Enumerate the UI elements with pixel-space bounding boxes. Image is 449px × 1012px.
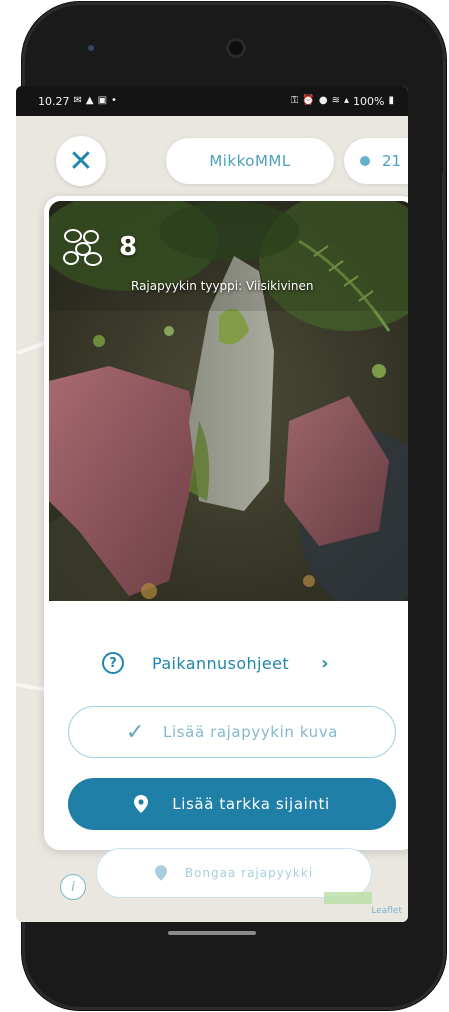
app-screen: 10.27 ✉ ▲ ▣ • ⚿ ⏰ ● ≋ ▴ 100% ▮ ✕ MikkoMM… — [16, 86, 408, 922]
dot-icon — [360, 156, 370, 166]
location-icon: ● — [318, 95, 328, 106]
signal-icon: ▴ — [344, 95, 350, 106]
guide-label: Paikannusohjeet — [152, 653, 290, 673]
image-notification-icon: ▣ — [97, 95, 108, 106]
stones-icon — [63, 229, 102, 266]
status-bar: 10.27 ✉ ▲ ▣ • ⚿ ⏰ ● ≋ ▴ 100% ▮ — [16, 86, 408, 116]
battery-icon: ▮ — [388, 95, 394, 106]
username-pill[interactable]: MikkoMML — [166, 138, 334, 184]
spot-marker-button[interactable]: Bongaa rajapyykki — [96, 848, 372, 898]
location-pin-icon — [134, 795, 149, 813]
boundary-marker-photo: 8 Rajapyykin tyyppi: Viisikivinen — [49, 201, 408, 601]
points-pill[interactable]: 21 — [344, 138, 408, 184]
wifi-icon: ≋ — [331, 95, 340, 106]
home-gesture-handle[interactable] — [168, 931, 256, 935]
chevron-right-icon: › — [321, 652, 329, 674]
boundary-marker-card: 8 Rajapyykin tyyppi: Viisikivinen ? Paik… — [44, 196, 408, 850]
battery-level: 100% — [353, 94, 385, 108]
add-location-button[interactable]: Lisää tarkka sijainti — [68, 778, 396, 830]
add-location-label: Lisää tarkka sijainti — [172, 795, 330, 813]
points-count: 21 — [382, 152, 402, 170]
map-attribution[interactable]: Leaflet — [371, 906, 402, 916]
navigation-bar — [16, 922, 408, 944]
stone-count-number: 8 — [119, 232, 138, 262]
location-pin-icon — [154, 865, 167, 881]
alarm-icon: ⏰ — [302, 95, 315, 106]
check-icon: ✓ — [125, 719, 146, 745]
side-button — [442, 172, 446, 242]
positioning-guide-link[interactable]: ? Paikannusohjeet › — [102, 648, 362, 678]
clock: 10.27 — [38, 94, 70, 108]
close-button[interactable]: ✕ — [56, 136, 106, 186]
add-photo-button[interactable]: ✓ Lisää rajapyykin kuva — [68, 706, 396, 758]
key-icon: ⚿ — [290, 95, 299, 106]
username: MikkoMML — [209, 152, 291, 170]
app-notification-icon: ▲ — [85, 95, 94, 106]
stone-count: 8 — [61, 227, 137, 267]
add-photo-label: Lisää rajapyykin kuva — [163, 723, 339, 741]
spot-marker-label: Bongaa rajapyykki — [184, 866, 314, 880]
front-sensor — [88, 45, 94, 51]
close-icon: ✕ — [68, 143, 94, 179]
info-icon[interactable]: i — [60, 874, 86, 900]
boundary-type-label: Rajapyykin tyyppi: Viisikivinen — [131, 279, 314, 293]
map-feature — [324, 892, 372, 904]
mail-icon: ✉ — [73, 95, 82, 106]
more-notifications-icon: • — [111, 95, 117, 106]
front-camera — [226, 38, 246, 58]
question-circle-icon: ? — [102, 652, 124, 674]
